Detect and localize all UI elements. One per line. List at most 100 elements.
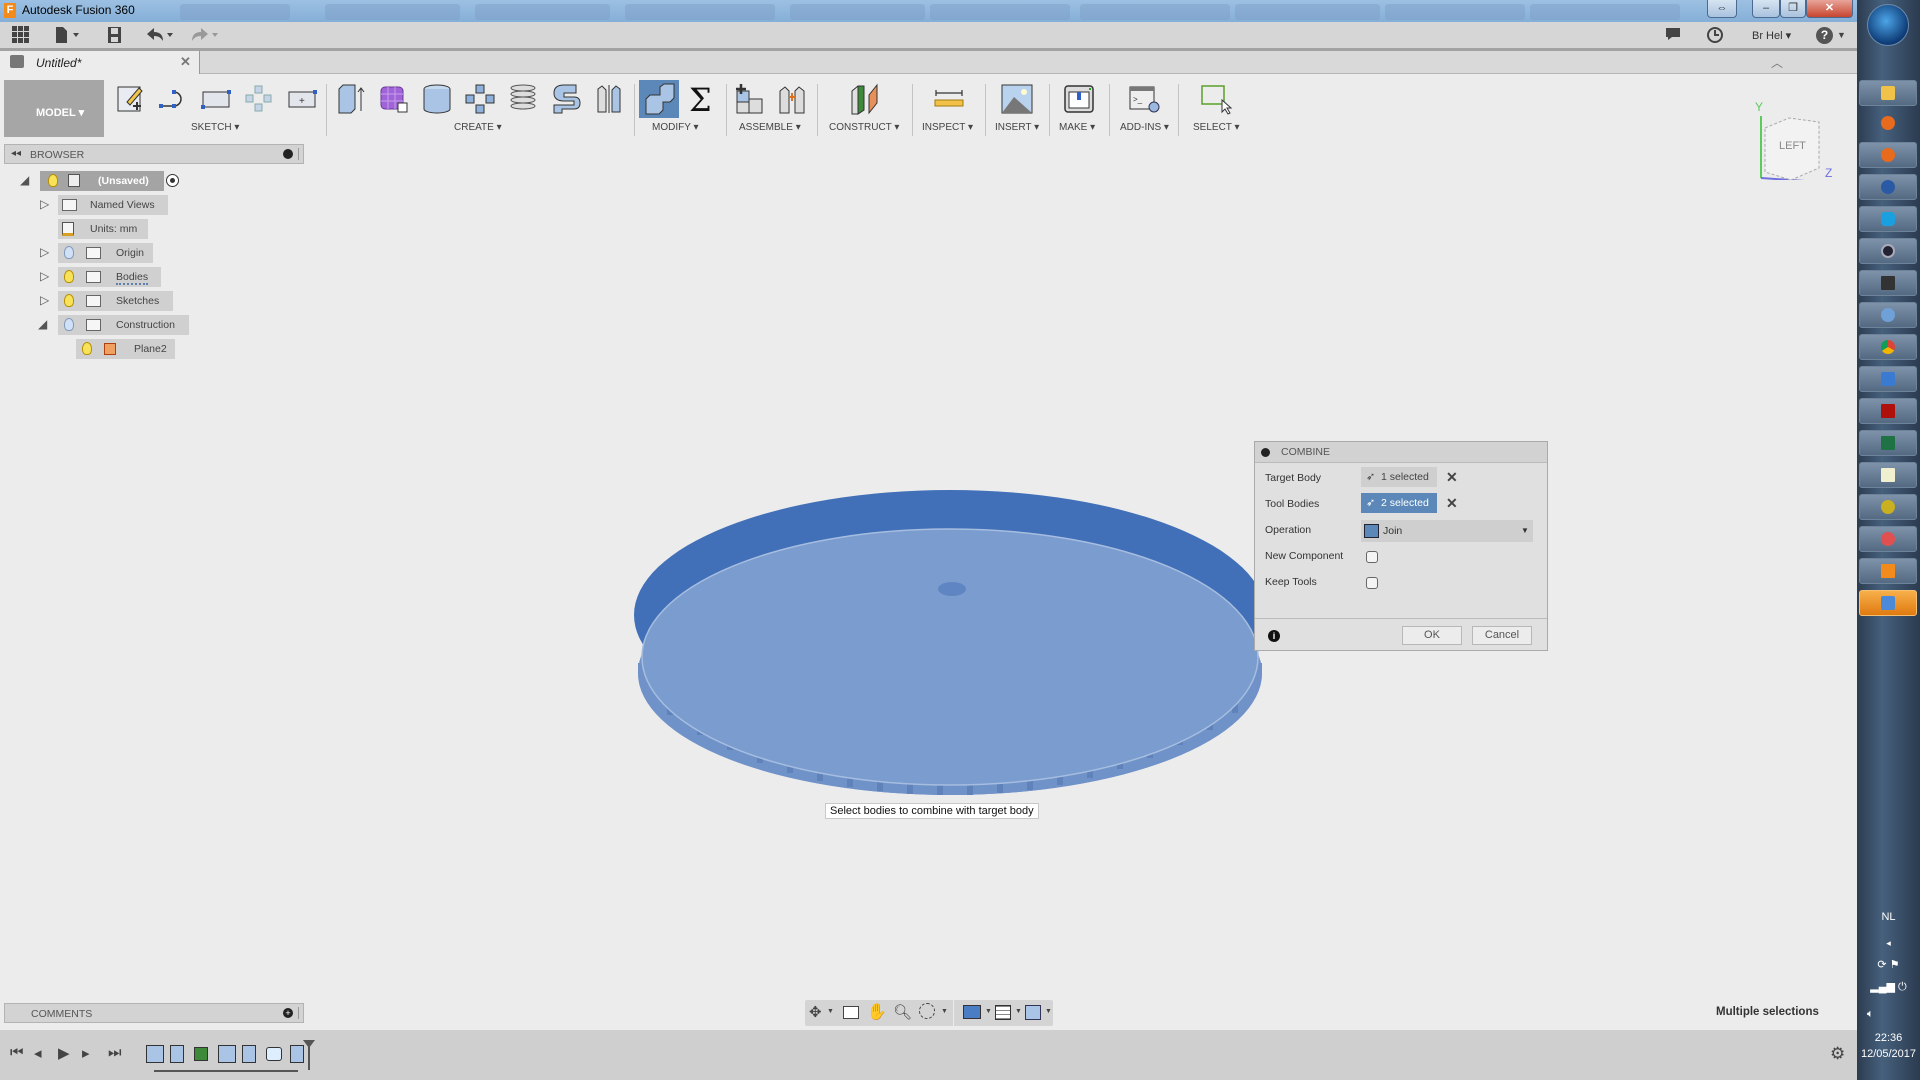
timeline-extrude-feature-icon[interactable] <box>242 1045 256 1063</box>
tree-node-root[interactable]: (Unsaved) <box>40 171 164 191</box>
step-back-icon[interactable]: ◂ <box>34 1044 42 1062</box>
tree-node-origin[interactable]: Origin <box>58 243 153 263</box>
go-to-end-icon[interactable]: ⏭ <box>108 1044 122 1061</box>
tray-sync-flag-icons[interactable]: ⟳ ⚑ <box>1857 958 1920 971</box>
taskbar-fusion360-icon[interactable] <box>1859 558 1917 584</box>
look-at-icon[interactable] <box>843 1006 859 1019</box>
panel-grip-icon[interactable] <box>298 148 299 160</box>
viewcube-face-label[interactable]: LEFT <box>1779 140 1806 152</box>
taskbar-lock-icon[interactable] <box>1859 238 1917 264</box>
user-account-menu[interactable]: Br Hel ▾ <box>1752 29 1791 42</box>
rectangle-tool-icon[interactable] <box>198 82 234 116</box>
make-menu[interactable]: MAKE ▾ <box>1059 122 1095 133</box>
operation-dropdown[interactable]: Join ▼ <box>1361 520 1533 542</box>
collapse-browser-icon[interactable]: ◂◂ <box>11 148 21 159</box>
workspace-switcher-button[interactable]: MODEL ▾ <box>4 80 104 137</box>
taskbar-active-app-icon[interactable] <box>1859 590 1917 616</box>
select-menu[interactable]: SELECT ▾ <box>1193 122 1240 133</box>
orbit-icon[interactable]: ✥ <box>809 1003 822 1021</box>
timeline-extrude-feature-icon[interactable] <box>170 1045 184 1063</box>
timeline-marker-handle-icon[interactable] <box>303 1040 315 1048</box>
coil-icon[interactable] <box>505 82 541 116</box>
zoom-dropdown-arrow-icon[interactable]: ▼ <box>941 1008 948 1015</box>
modify-menu[interactable]: MODIFY ▾ <box>652 122 699 133</box>
taskbar-remote-desktop-icon[interactable] <box>1859 366 1917 392</box>
close-button[interactable]: ✕ <box>1806 0 1853 18</box>
cylinder-icon[interactable] <box>419 82 455 116</box>
taskbar-firefox-icon[interactable] <box>1859 110 1917 136</box>
clock-time[interactable]: 22:36 <box>1857 1032 1920 1044</box>
construct-menu[interactable]: CONSTRUCT ▾ <box>829 122 899 133</box>
keep-tools-checkbox[interactable] <box>1366 577 1378 589</box>
tray-network-power-icons[interactable]: ▂▄▆ ⏻ <box>1857 980 1920 994</box>
play-icon[interactable]: ▶ <box>58 1044 70 1062</box>
grid-settings-icon[interactable] <box>995 1005 1011 1020</box>
new-component-icon[interactable] <box>731 82 767 116</box>
comments-panel-header[interactable]: COMMENTS + <box>4 1003 304 1023</box>
scripts-addins-icon[interactable]: >_ <box>1127 82 1163 116</box>
document-tab[interactable]: Untitled* ✕ <box>0 51 200 74</box>
visibility-bulb-icon[interactable] <box>64 270 74 283</box>
browser-options-icon[interactable] <box>283 149 293 159</box>
circle-pattern-tool-icon[interactable] <box>241 82 277 116</box>
tree-node-plane2[interactable]: Plane2 <box>76 339 175 359</box>
tree-node-sketches[interactable]: Sketches <box>58 291 173 311</box>
taskbar-notepad-icon[interactable] <box>1859 462 1917 488</box>
clear-target-body-icon[interactable]: ✕ <box>1446 469 1458 486</box>
expand-triangle-icon[interactable]: ▷ <box>40 293 49 307</box>
save-icon[interactable] <box>107 26 123 46</box>
tree-node-named-views[interactable]: Named Views <box>58 195 168 215</box>
taskbar-acrobat-icon[interactable] <box>1859 398 1917 424</box>
step-forward-icon[interactable]: ▸ <box>82 1044 90 1062</box>
grid-dropdown-arrow-icon[interactable]: ▼ <box>1015 1008 1022 1015</box>
viewports-icon[interactable] <box>1025 1005 1041 1020</box>
taskbar-app-icon[interactable] <box>1859 494 1917 520</box>
insert-menu[interactable]: INSERT ▾ <box>995 122 1039 133</box>
collapse-triangle-icon[interactable]: ◢ <box>38 317 47 331</box>
tree-node-bodies[interactable]: Bodies <box>58 267 161 287</box>
measure-icon[interactable] <box>931 82 967 116</box>
undo-icon[interactable] <box>145 26 177 46</box>
pan-hand-icon[interactable]: ✋ <box>867 1002 887 1022</box>
select-icon[interactable] <box>1199 82 1235 116</box>
extrude-icon[interactable] <box>333 82 369 116</box>
visibility-bulb-icon[interactable] <box>48 174 58 187</box>
go-to-start-icon[interactable]: ⏮ <box>10 1044 24 1061</box>
timeline-plane-feature-icon[interactable] <box>194 1047 208 1061</box>
taskbar-explorer-icon[interactable] <box>1859 80 1917 106</box>
dialog-header[interactable]: COMBINE <box>1255 442 1547 463</box>
viewports-dropdown-arrow-icon[interactable]: ▼ <box>1045 1008 1052 1015</box>
taskbar-utorrent-icon[interactable] <box>1859 302 1917 328</box>
create-menu[interactable]: CREATE ▾ <box>454 122 502 133</box>
tree-node-units[interactable]: Units: mm <box>58 219 148 239</box>
browser-panel-header[interactable]: ◂◂ BROWSER <box>4 144 304 164</box>
data-panel-grid-icon[interactable] <box>12 26 30 46</box>
language-indicator[interactable]: NL <box>1857 911 1920 923</box>
timeline-chamfer-feature-icon[interactable] <box>266 1047 282 1061</box>
help-dropdown-arrow-icon[interactable]: ▼ <box>1837 30 1846 40</box>
compute-sum-icon[interactable]: Σ <box>684 82 720 116</box>
inspect-menu[interactable]: INSPECT ▾ <box>922 122 973 133</box>
job-status-icon[interactable] <box>1665 26 1681 46</box>
new-component-checkbox[interactable] <box>1366 551 1378 563</box>
mirror-icon[interactable] <box>591 82 627 116</box>
maximize-button[interactable]: ❐ <box>1780 0 1806 18</box>
offset-plane-icon[interactable] <box>846 82 882 116</box>
redo-icon[interactable] <box>190 26 222 46</box>
visibility-bulb-icon[interactable] <box>64 318 74 331</box>
minimize-button[interactable]: – <box>1752 0 1780 18</box>
timeline-mirror-feature-icon[interactable] <box>290 1045 304 1063</box>
orbit-dropdown-arrow-icon[interactable]: ▼ <box>827 1008 834 1015</box>
create-sketch-icon[interactable] <box>112 82 148 116</box>
project-tool-icon[interactable]: + <box>284 82 320 116</box>
show-hidden-icons-icon[interactable]: ◂ <box>1857 938 1920 949</box>
taskbar-skype-icon[interactable] <box>1859 206 1917 232</box>
insert-canvas-icon[interactable] <box>999 82 1035 116</box>
expand-triangle-icon[interactable]: ▷ <box>40 269 49 283</box>
file-menu-icon[interactable] <box>55 26 81 46</box>
collapse-dialog-icon[interactable] <box>1261 448 1270 457</box>
collapse-triangle-icon[interactable]: ◢ <box>20 173 29 187</box>
taskbar-monitor-icon[interactable] <box>1859 270 1917 296</box>
tree-node-construction[interactable]: Construction <box>58 315 189 335</box>
add-comment-icon[interactable]: + <box>283 1008 293 1018</box>
